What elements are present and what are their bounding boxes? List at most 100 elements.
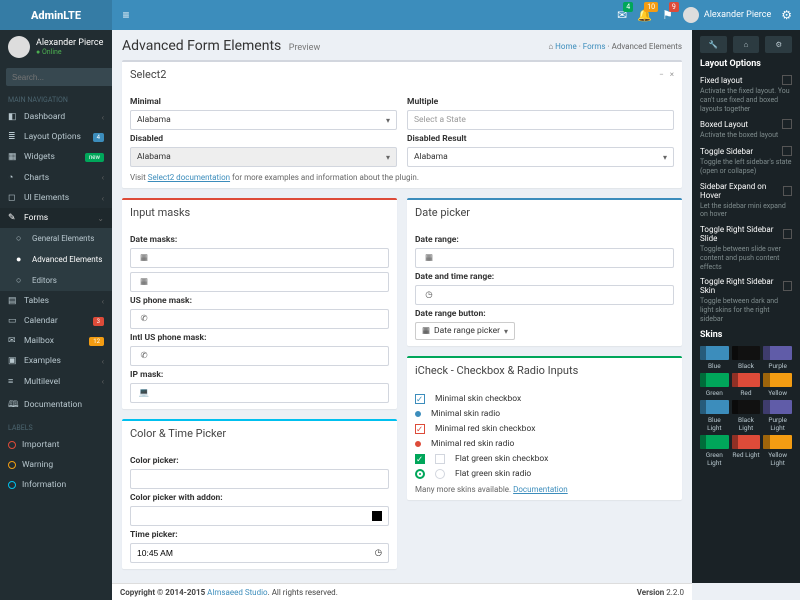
- checkbox[interactable]: [782, 119, 792, 129]
- sidebar-subitem[interactable]: ○General Elements: [0, 228, 112, 249]
- skin-swatch[interactable]: Black: [732, 346, 761, 370]
- sidebar-item[interactable]: ≣Layout Options4: [0, 127, 112, 147]
- sidebar-item[interactable]: ◻UI Elements‹: [0, 188, 112, 208]
- settings-tab-wrench[interactable]: 🔧: [700, 36, 727, 53]
- circle-icon: [8, 481, 16, 489]
- input-intl-phone[interactable]: ✆: [130, 346, 389, 366]
- input-color[interactable]: [130, 469, 389, 489]
- calendar-icon: ▦: [422, 253, 436, 263]
- input-ip[interactable]: 💻: [130, 383, 389, 403]
- radio[interactable]: [435, 469, 445, 479]
- clock-icon: ◷: [422, 290, 436, 300]
- sidebar-toggle[interactable]: ≡: [112, 8, 140, 22]
- skin-swatch[interactable]: Green Light: [700, 435, 729, 467]
- radio[interactable]: [415, 469, 425, 479]
- sidebar-subitem[interactable]: ○Editors: [0, 270, 112, 291]
- nav-icon: ◔: [8, 172, 18, 183]
- gear-icon[interactable]: ⚙: [781, 8, 792, 22]
- nav-icon: ▭: [8, 316, 18, 326]
- input-date-mask-1[interactable]: ▦: [130, 248, 389, 268]
- skin-swatch[interactable]: Red: [732, 373, 761, 397]
- skin-name: Green Light: [700, 451, 729, 467]
- color-swatch[interactable]: [372, 511, 382, 521]
- sidebar-item[interactable]: ▦Widgetsnew: [0, 147, 112, 167]
- sidebar-item-label: Dashboard: [24, 112, 96, 122]
- checkbox[interactable]: ✓: [415, 394, 425, 404]
- bell-icon[interactable]: 🔔10: [637, 8, 652, 22]
- sidebar-label-item[interactable]: Important: [0, 435, 112, 455]
- checkbox[interactable]: [782, 146, 792, 156]
- input-date-mask-2[interactable]: ▦: [130, 272, 389, 292]
- skin-name: Red Light: [732, 451, 761, 459]
- skin-swatch[interactable]: Black Light: [732, 400, 761, 432]
- label-time-picker: Time picker:: [130, 530, 389, 540]
- breadcrumb-current: Advanced Elements: [612, 42, 682, 51]
- checkbox[interactable]: [783, 281, 792, 291]
- skin-swatch[interactable]: Purple Light: [763, 400, 792, 432]
- sidebar-subitem[interactable]: ●Advanced Elements: [0, 249, 112, 270]
- search-input[interactable]: [6, 68, 112, 86]
- date-range-button[interactable]: ▦Date range picker▾: [415, 322, 515, 340]
- checkbox[interactable]: [435, 454, 445, 464]
- skin-swatch[interactable]: Blue Light: [700, 400, 729, 432]
- sidebar-label-item[interactable]: Information: [0, 475, 112, 495]
- sidebar-item[interactable]: ✉Mailbox12: [0, 331, 112, 351]
- input-date-range[interactable]: ▦: [415, 248, 674, 268]
- breadcrumb-forms[interactable]: Forms: [583, 42, 606, 51]
- checkbox[interactable]: [783, 229, 792, 239]
- sidebar-item[interactable]: ◔Charts‹: [0, 167, 112, 188]
- settings-title: Layout Options: [700, 59, 792, 69]
- radio[interactable]: [415, 411, 421, 417]
- label-disabled: Disabled: [130, 134, 397, 144]
- icheck-doc-link[interactable]: Documentation: [513, 485, 568, 494]
- skin-swatch[interactable]: Blue: [700, 346, 729, 370]
- radio[interactable]: [415, 441, 421, 447]
- collapse-icon[interactable]: −: [659, 70, 664, 79]
- skin-swatch[interactable]: Yellow: [763, 373, 792, 397]
- box-title: Color & Time Picker: [130, 427, 226, 440]
- input-color-addon[interactable]: [130, 506, 389, 526]
- sidebar-label-item[interactable]: Warning: [0, 455, 112, 475]
- sidebar-item[interactable]: ▣Examples‹: [0, 351, 112, 371]
- phone-icon: ✆: [137, 314, 151, 324]
- input-us-phone[interactable]: ✆: [130, 309, 389, 329]
- skin-swatch[interactable]: Purple: [763, 346, 792, 370]
- footer-brand-link[interactable]: Almsaeed Studio: [207, 588, 267, 597]
- select2-doc-link[interactable]: Select2 documentation: [148, 173, 230, 182]
- select-minimal[interactable]: Alabama▾: [130, 110, 397, 130]
- sidebar-item[interactable]: ▤Tables‹: [0, 291, 112, 311]
- select-multiple[interactable]: Select a State: [407, 110, 674, 130]
- input-datetime-range[interactable]: ◷: [415, 285, 674, 305]
- breadcrumb-home[interactable]: Home: [555, 42, 577, 51]
- label-us-phone: US phone mask:: [130, 296, 389, 306]
- select-disabled-result[interactable]: Alabama▾: [407, 147, 674, 167]
- skin-swatch[interactable]: Red Light: [732, 435, 761, 467]
- sidebar-item[interactable]: 🕮Documentation: [0, 392, 112, 418]
- checkbox[interactable]: [783, 186, 792, 196]
- checkbox[interactable]: ✓: [415, 454, 425, 464]
- checkbox[interactable]: [782, 75, 792, 85]
- sidebar-item[interactable]: ◧Dashboard‹: [0, 107, 112, 127]
- option-desc: Toggle between dark and light skins for …: [700, 297, 792, 323]
- skin-swatch[interactable]: Yellow Light: [763, 435, 792, 467]
- box-input-masks: Input masks Date masks: ▦ ▦ US phone mas…: [122, 198, 397, 409]
- sidebar-item-label: Tables: [24, 296, 96, 306]
- checkbox[interactable]: ✓: [415, 424, 425, 434]
- close-icon[interactable]: ×: [670, 70, 674, 79]
- avatar: [683, 7, 699, 23]
- settings-tab-home[interactable]: ⌂: [733, 36, 760, 53]
- sidebar-item[interactable]: ▭Calendar3: [0, 311, 112, 331]
- settings-tab-gear[interactable]: ⚙: [765, 36, 792, 53]
- sidebar-item-label: Documentation: [24, 400, 104, 410]
- mail-icon[interactable]: ✉4: [617, 8, 627, 22]
- skin-swatch[interactable]: Green: [700, 373, 729, 397]
- user-menu[interactable]: Alexander Pierce: [683, 7, 771, 23]
- input-time[interactable]: ◷: [130, 543, 389, 563]
- logo[interactable]: AdminLTE: [0, 0, 112, 30]
- sidebar-item[interactable]: ≡Multilevel‹: [0, 371, 112, 392]
- sidebar-item-label: Calendar: [24, 316, 87, 326]
- settings-option: Boxed LayoutActivate the boxed layout: [700, 119, 792, 140]
- flag-icon[interactable]: ⚑9: [662, 8, 673, 22]
- sidebar-item-forms[interactable]: ✎ Forms ⌄: [0, 208, 112, 228]
- phone-icon: ✆: [137, 351, 151, 361]
